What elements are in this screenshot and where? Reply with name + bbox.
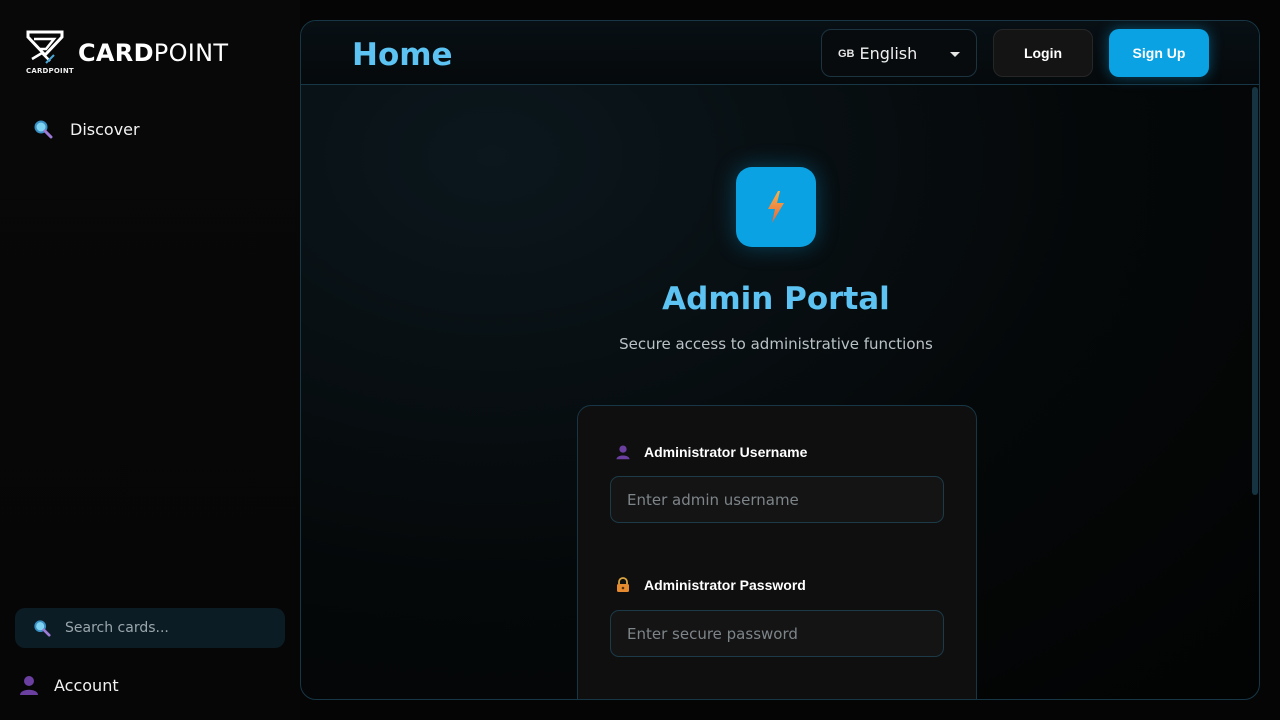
sidebar-item-account[interactable]: Account [18, 674, 119, 696]
flag-gb-icon: GB [838, 48, 855, 60]
top-bar: Home GB English Login Sign Up [301, 21, 1259, 85]
username-label: Administrator Username [612, 441, 807, 463]
password-input[interactable] [610, 610, 944, 657]
search-icon [32, 118, 54, 140]
page-title: Home [352, 37, 453, 73]
chevron-down-icon [950, 52, 960, 57]
brand-name-light: POINT [153, 39, 229, 67]
scrollbar[interactable] [1251, 85, 1259, 699]
signup-button[interactable]: Sign Up [1109, 29, 1209, 77]
admin-login-form: Administrator Username Administrator Pas… [577, 405, 977, 699]
sidebar-item-label: Discover [70, 119, 140, 139]
account-label: Account [54, 675, 119, 695]
brand-name-bold: CARD [78, 39, 154, 67]
language-label: English [859, 43, 918, 63]
search-icon [31, 617, 53, 639]
sidebar-search-input[interactable]: Search cards... [15, 608, 285, 648]
portal-subtitle: Secure access to administrative function… [619, 335, 933, 353]
scrollbar-thumb[interactable] [1252, 87, 1258, 495]
portal-title: Admin Portal [662, 281, 890, 317]
main-panel: Home GB English Login Sign Up Admin Port… [300, 20, 1260, 700]
lightning-icon [736, 167, 816, 247]
brand-logo-icon: CARDPOINT [24, 29, 74, 77]
sidebar-search-placeholder: Search cards... [65, 620, 169, 636]
user-icon [18, 674, 40, 696]
language-select[interactable]: GB English [821, 29, 977, 77]
lock-icon [612, 574, 634, 596]
password-label-text: Administrator Password [644, 577, 806, 593]
user-icon [612, 441, 634, 463]
password-label: Administrator Password [612, 574, 806, 596]
brand-name: CARD POINT [78, 39, 228, 67]
username-label-text: Administrator Username [644, 444, 808, 460]
sidebar: CARDPOINT CARD POINT Discover Search card… [0, 0, 300, 720]
login-button[interactable]: Login [993, 29, 1093, 77]
brand[interactable]: CARDPOINT CARD POINT [24, 28, 228, 78]
brand-logo-caption: CARDPOINT [26, 67, 74, 75]
sidebar-item-discover[interactable]: Discover [32, 118, 140, 140]
username-input[interactable] [610, 476, 944, 523]
